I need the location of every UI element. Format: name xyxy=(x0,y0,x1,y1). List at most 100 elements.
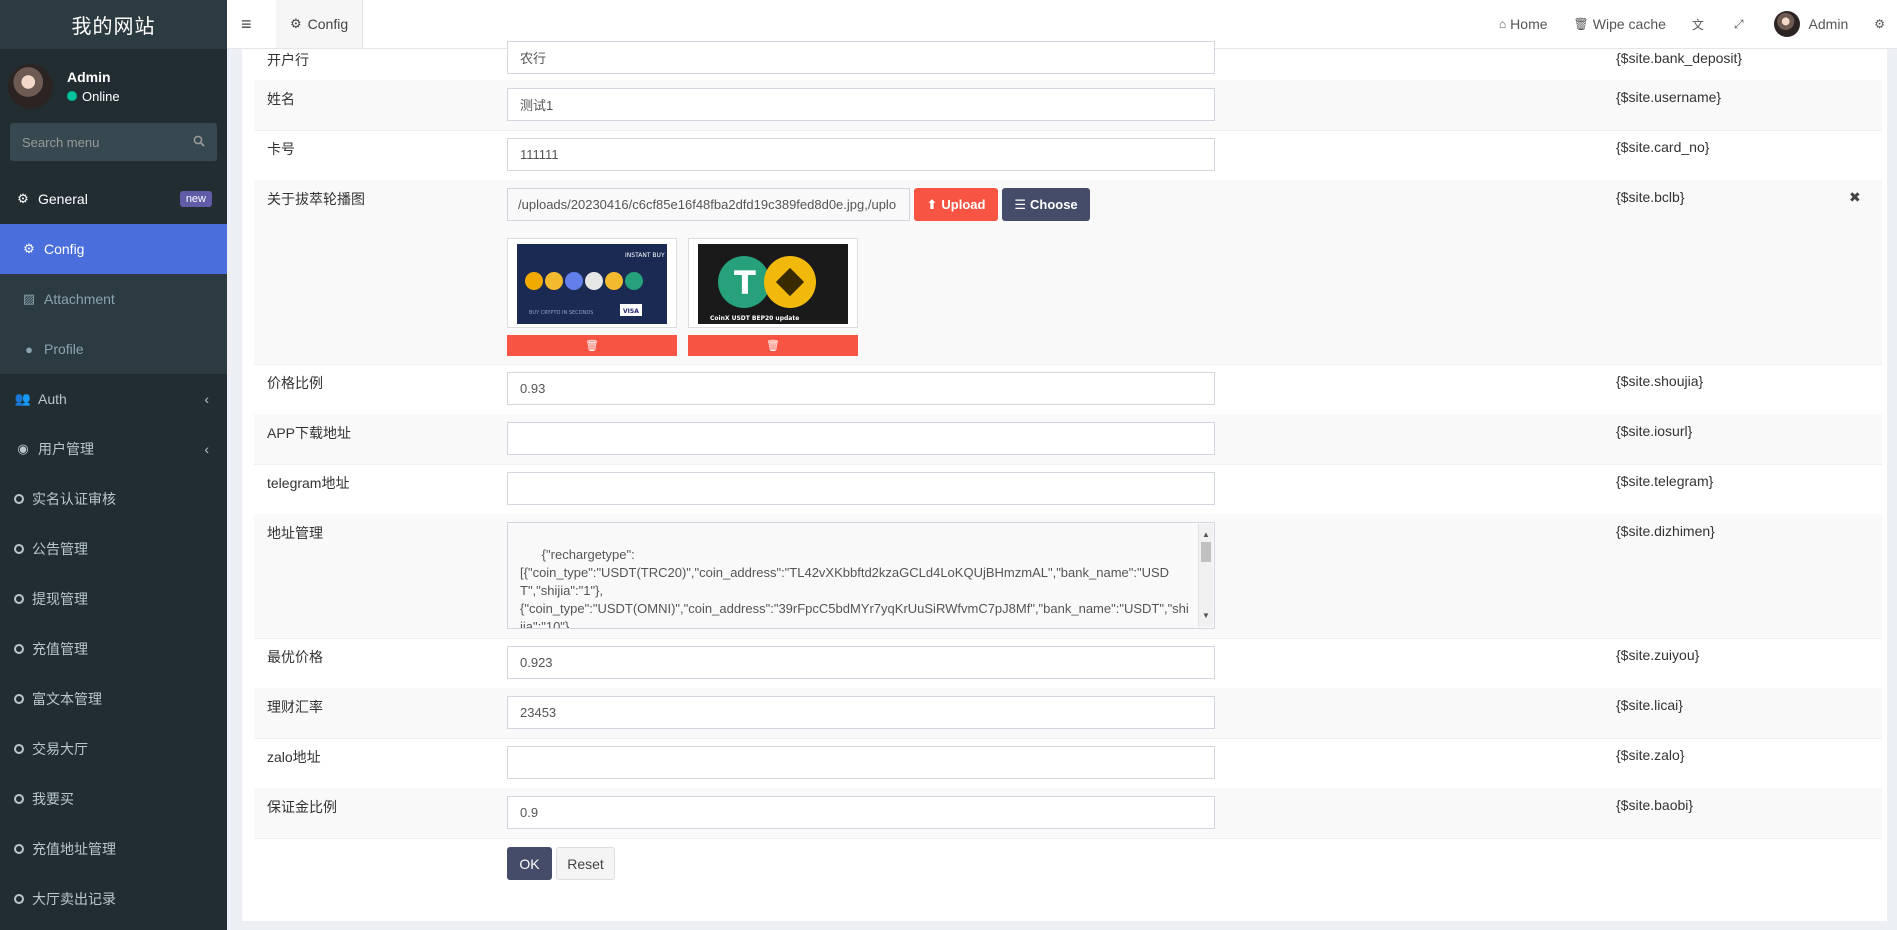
circle-icon xyxy=(14,644,24,654)
delete-image-button[interactable]: 🗑 xyxy=(688,335,858,356)
form-row-username: 姓名 测试1 {$site.username} xyxy=(254,80,1882,131)
menu-toggle-icon[interactable]: ≡ xyxy=(241,14,252,35)
fullscreen-button[interactable]: ⤢ xyxy=(1734,17,1748,32)
circle-icon xyxy=(14,594,24,604)
circle-icon xyxy=(14,744,24,754)
tab-label: Config xyxy=(307,16,349,32)
field-label: telegram地址 xyxy=(267,475,350,491)
chevron-left-icon: ‹ xyxy=(204,391,209,407)
sidebar-item-config[interactable]: ⚙ Config xyxy=(0,224,227,274)
admin-menu[interactable]: Admin xyxy=(1773,11,1849,37)
circle-icon xyxy=(14,844,24,854)
home-link[interactable]: ⌂ Home xyxy=(1499,16,1548,32)
home-icon: ⌂ xyxy=(1498,17,1507,31)
username-field[interactable]: 测试1 xyxy=(507,88,1215,121)
sidebar-item-auth[interactable]: 👥 Auth ‹ xyxy=(0,374,227,424)
field-value: 23453 xyxy=(520,705,557,720)
gears-icon: ⚙ xyxy=(1874,17,1885,31)
sidebar-item-label: Auth xyxy=(38,391,67,407)
circle-icon xyxy=(14,794,24,804)
deposit-ratio-field[interactable]: 0.9 xyxy=(507,796,1215,829)
field-label: 开户行 xyxy=(267,52,309,68)
sidebar-item-realname[interactable]: 实名认证审核 xyxy=(0,474,227,524)
trash-icon: 🗑 xyxy=(766,340,780,352)
scrollbar-thumb[interactable] xyxy=(1201,542,1211,562)
fullscreen-icon: ⤢ xyxy=(1733,16,1744,31)
form-row-zalo: zalo地址 {$site.zalo} xyxy=(254,738,1882,789)
card-no-field[interactable]: 111111 xyxy=(507,138,1215,171)
carousel-image: INSTANT BUY BUY CRYPTO IN SECONDS VISA xyxy=(517,244,667,324)
sidebar-item-label: 我要买 xyxy=(32,791,74,807)
wipe-cache-button[interactable]: 🗑 Wipe cache xyxy=(1574,16,1666,32)
gear-icon: ⚙ xyxy=(290,16,302,31)
sidebar-item-buy[interactable]: 我要买 xyxy=(0,774,227,824)
zalo-field[interactable] xyxy=(507,746,1215,779)
template-var: {$site.bclb} xyxy=(1616,189,1685,205)
template-var: {$site.dizhimen} xyxy=(1616,523,1715,539)
textarea-scrollbar[interactable]: ▲ ▼ xyxy=(1198,524,1213,627)
sidebar-item-withdraw[interactable]: 提现管理 xyxy=(0,574,227,624)
sidebar-item-recharge-address[interactable]: 充值地址管理 xyxy=(0,824,227,874)
best-price-field[interactable]: 0.923 xyxy=(507,646,1215,679)
sidebar-item-label: 大厅卖出记录 xyxy=(32,891,116,907)
field-value: 测试1 xyxy=(520,98,554,113)
avatar xyxy=(1773,11,1800,37)
sidebar-item-user-mgmt[interactable]: ◉ 用户管理 ‹ xyxy=(0,424,227,474)
sidebar-item-recharge[interactable]: 充值管理 xyxy=(0,624,227,674)
upload-label: Upload xyxy=(941,197,986,212)
field-label: 保证金比例 xyxy=(267,799,337,815)
circle-icon xyxy=(14,494,24,504)
new-badge: new xyxy=(179,191,212,207)
search-icon[interactable] xyxy=(193,135,205,150)
sidebar-item-general[interactable]: ⚙ General new xyxy=(0,174,227,224)
field-label: 价格比例 xyxy=(267,375,323,391)
form-row-shoujia: 价格比例 0.93 {$site.shoujia} xyxy=(254,364,1882,415)
language-icon: 文 xyxy=(1691,17,1704,32)
reset-button[interactable]: Reset xyxy=(556,847,615,880)
user-status: Online xyxy=(82,88,120,104)
settings-button[interactable]: ⚙ xyxy=(1874,17,1889,31)
admin-label: Admin xyxy=(1808,16,1849,32)
cogs-icon: ⚙ xyxy=(17,191,29,206)
scroll-down-icon[interactable]: ▼ xyxy=(1202,607,1210,625)
address-textarea[interactable]: {"rechargetype": [{"coin_type":"USDT(TRC… xyxy=(507,522,1215,629)
upload-icon: ⬆ xyxy=(926,196,938,212)
app-url-field[interactable] xyxy=(507,422,1215,455)
sidebar-item-label: General xyxy=(38,191,88,207)
search-input[interactable]: Search menu xyxy=(10,123,217,161)
language-button[interactable]: 文 xyxy=(1692,16,1708,33)
carousel-thumbnail[interactable]: T CoinX USDT BEP20 update xyxy=(688,238,858,328)
sidebar-item-label: 提现管理 xyxy=(32,591,88,607)
sidebar-item-sell-records[interactable]: 大厅卖出记录 xyxy=(0,874,227,924)
carousel-thumbnail[interactable]: INSTANT BUY BUY CRYPTO IN SECONDS VISA xyxy=(507,238,677,328)
form-row-baobi: 保证金比例 0.9 {$site.baobi} xyxy=(254,788,1882,839)
sidebar-item-profile[interactable]: ● Profile xyxy=(0,324,227,374)
field-value: 0.93 xyxy=(520,381,546,396)
template-var: {$site.telegram} xyxy=(1616,473,1714,489)
sidebar-item-label: Attachment xyxy=(44,291,115,307)
price-ratio-field[interactable]: 0.93 xyxy=(507,372,1215,405)
sidebar-item-attachment[interactable]: ▨ Attachment xyxy=(0,274,227,324)
field-value: 0.9 xyxy=(520,805,539,820)
sidebar-item-label: Profile xyxy=(44,341,84,357)
close-icon[interactable]: ✖ xyxy=(1849,189,1861,206)
sidebar-item-trade-hall[interactable]: 交易大厅 xyxy=(0,724,227,774)
bank-deposit-field[interactable]: 农行 xyxy=(507,41,1215,74)
telegram-field[interactable] xyxy=(507,472,1215,505)
finance-rate-field[interactable]: 23453 xyxy=(507,696,1215,729)
site-logo[interactable]: 我的网站 xyxy=(0,0,227,49)
form-row-licai: 理财汇率 23453 {$site.licai} xyxy=(254,688,1882,739)
svg-text:T: T xyxy=(734,264,756,302)
carousel-path-input[interactable]: /uploads/20230416/c6cf85e16f48fba2dfd19c… xyxy=(507,188,910,221)
sidebar-item-notice[interactable]: 公告管理 xyxy=(0,524,227,574)
sidebar-item-richtext[interactable]: 富文本管理 xyxy=(0,674,227,724)
list-icon: ☰ xyxy=(1014,196,1026,212)
choose-button[interactable]: ☰ Choose xyxy=(1002,188,1090,221)
site-title[interactable]: 我的网站 xyxy=(72,10,156,39)
sidebar-item-label: 交易大厅 xyxy=(32,741,88,757)
ok-button[interactable]: OK xyxy=(507,847,552,880)
delete-image-button[interactable]: 🗑 xyxy=(507,335,677,356)
user-icon: ● xyxy=(25,341,33,357)
template-var: {$site.shoujia} xyxy=(1616,373,1704,389)
upload-button[interactable]: ⬆ Upload xyxy=(914,188,998,221)
